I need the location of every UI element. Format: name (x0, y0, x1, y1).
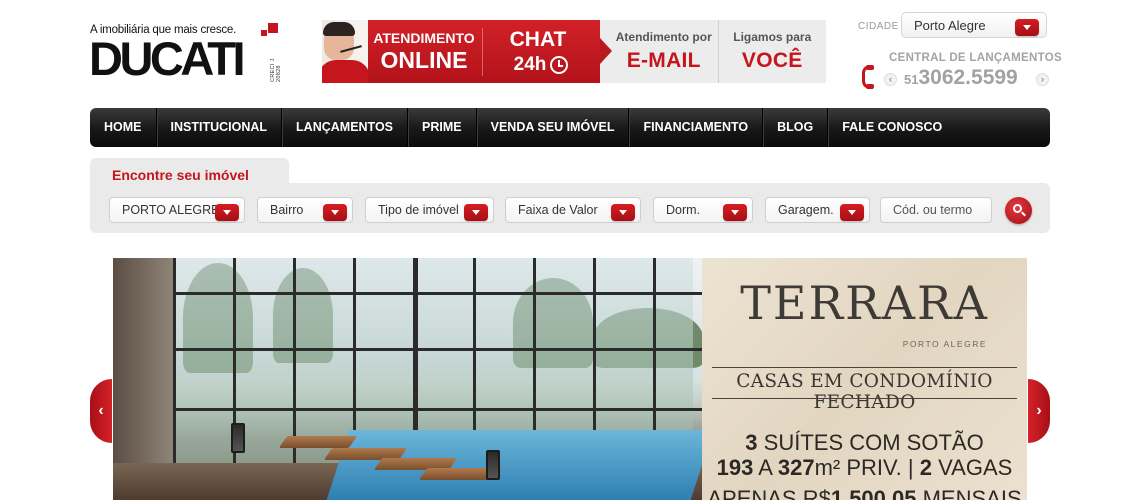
chevron-down-icon (723, 204, 747, 221)
chat-24h-top: CHAT (509, 28, 567, 51)
contact-options: Atendimento por E-MAIL Ligamos para VOCÊ (600, 20, 826, 83)
hero-promo-panel: TERRARA PORTO ALEGRE CASAS EM CONDOMÍNIO… (702, 258, 1027, 500)
vagas-count: 2 (919, 455, 933, 480)
area-to: 327 (777, 455, 815, 480)
city-label: CIDADE (858, 21, 899, 32)
phone-digits: 3062.5599 (918, 66, 1018, 89)
email-big-text: E-MAIL (626, 49, 701, 72)
area-separator: A (758, 455, 772, 480)
phone-prev-button[interactable]: ‹ (884, 73, 897, 86)
chevron-down-icon (323, 204, 347, 221)
faixa-valor-select[interactable]: Faixa de Valor (505, 197, 641, 223)
main-nav: HOME INSTITUCIONAL LANÇAMENTOS PRIME VEN… (90, 108, 1050, 147)
chevron-down-icon (840, 204, 864, 221)
call-small-text: Ligamos para (733, 30, 812, 44)
city-filter-select[interactable]: PORTO ALEGRE (109, 197, 245, 223)
dorm-label: Dorm. (666, 203, 701, 217)
chevron-down-icon (464, 204, 488, 221)
search-button[interactable] (1005, 197, 1032, 224)
suites-line: 3 SUÍTES COM SOTÃO (702, 430, 1027, 456)
price-suffix: MENSAIS (922, 486, 1022, 500)
phone-next-button[interactable]: › (1036, 73, 1049, 86)
nav-item-institucional[interactable]: INSTITUCIONAL (157, 108, 283, 147)
price-prefix: APENAS R$ (707, 486, 831, 500)
contact-banner: ATENDIMENTO ONLINE CHAT 24h Atendimento … (322, 20, 826, 83)
nav-item-venda-seu-imovel[interactable]: VENDA SEU IMÓVEL (477, 108, 630, 147)
agent-photo (322, 20, 368, 83)
slider-next-button[interactable]: › (1028, 379, 1050, 443)
nav-item-financiamento[interactable]: FINANCIAMENTO (629, 108, 764, 147)
code-search-input[interactable]: Cód. ou termo (880, 197, 992, 223)
chevron-down-icon (215, 204, 239, 221)
chat-line2: ONLINE (380, 47, 468, 73)
nav-item-lancamentos[interactable]: LANÇAMENTOS (282, 108, 409, 147)
development-type: CASAS EM CONDOMÍNIO FECHADO (736, 371, 993, 413)
tipo-imovel-label: Tipo de imóvel (378, 203, 459, 217)
promo-divider (712, 367, 1017, 368)
ducati-logo[interactable]: A imobiliária que mais cresce. DUCATI CR… (89, 22, 285, 85)
garagem-select[interactable]: Garagem. (765, 197, 870, 223)
banner-divider (482, 28, 483, 76)
chat-line1: ATENDIMENTO (373, 30, 475, 46)
area-from: 193 (716, 455, 754, 480)
tipo-imovel-select[interactable]: Tipo de imóvel (365, 197, 494, 223)
suites-count: 3 (745, 430, 758, 455)
phone-ddd: 51 (904, 72, 919, 87)
development-city: PORTO ALEGRE (902, 339, 987, 349)
bairro-select[interactable]: Bairro (257, 197, 353, 223)
chat-online-button[interactable]: ATENDIMENTO ONLINE CHAT 24h (322, 20, 612, 83)
chevron-down-icon[interactable] (1015, 19, 1039, 36)
nav-item-blog[interactable]: BLOG (763, 108, 829, 147)
suites-text: SUÍTES COM SOTÃO (763, 430, 984, 455)
call-big-text: VOCÊ (741, 49, 803, 72)
code-search-placeholder: Cód. ou termo (893, 203, 973, 217)
email-small-text: Atendimento por (615, 30, 712, 44)
city-select-value: Porto Alegre (914, 18, 986, 33)
garagem-label: Garagem. (778, 203, 834, 217)
promo-divider (712, 398, 1017, 399)
logo-creci: CRECI J 20828 (270, 58, 282, 83)
development-name: TERRARA (740, 276, 989, 330)
phone-icon (860, 65, 878, 89)
phone-number[interactable]: 513062.5599 (904, 66, 1018, 90)
slider-prev-button[interactable]: ‹ (90, 379, 112, 443)
chevron-down-icon (611, 204, 635, 221)
bairro-label: Bairro (270, 203, 304, 217)
nav-item-fale-conosco[interactable]: FALE CONOSCO (828, 108, 956, 147)
city-filter-value: PORTO ALEGRE (122, 203, 220, 217)
area-unit: m² PRIV. | (814, 455, 914, 480)
price-value: 1.500,05 (830, 486, 917, 500)
property-search-bar: PORTO ALEGRE Bairro Tipo de imóvel Faixa… (90, 183, 1050, 233)
nav-item-home[interactable]: HOME (90, 108, 157, 147)
vagas-text: VAGAS (938, 455, 1013, 480)
logo-wordmark: DUCATI (89, 32, 246, 85)
area-line: 193 A 327m² PRIV. | 2 VAGAS (702, 455, 1027, 481)
nav-item-prime[interactable]: PRIME (408, 108, 477, 147)
hero-slider[interactable]: TERRARA PORTO ALEGRE CASAS EM CONDOMÍNIO… (113, 258, 1027, 500)
central-label: CENTRAL DE LANÇAMENTOS (889, 52, 1062, 64)
logo-square-mark (268, 23, 278, 33)
dorm-select[interactable]: Dorm. (653, 197, 753, 223)
call-me-button[interactable]: Ligamos para VOCÊ (717, 20, 827, 83)
clock-icon (550, 56, 568, 74)
logo-square-mark-small (261, 30, 267, 36)
price-line: APENAS R$1.500,05 MENSAIS (702, 486, 1027, 500)
search-tab-label: Encontre seu imóvel (112, 167, 249, 183)
city-select[interactable]: Porto Alegre (901, 12, 1047, 38)
email-contact-button[interactable]: Atendimento por E-MAIL (600, 20, 718, 83)
faixa-valor-label: Faixa de Valor (518, 203, 598, 217)
hero-photo-pool (113, 258, 714, 500)
